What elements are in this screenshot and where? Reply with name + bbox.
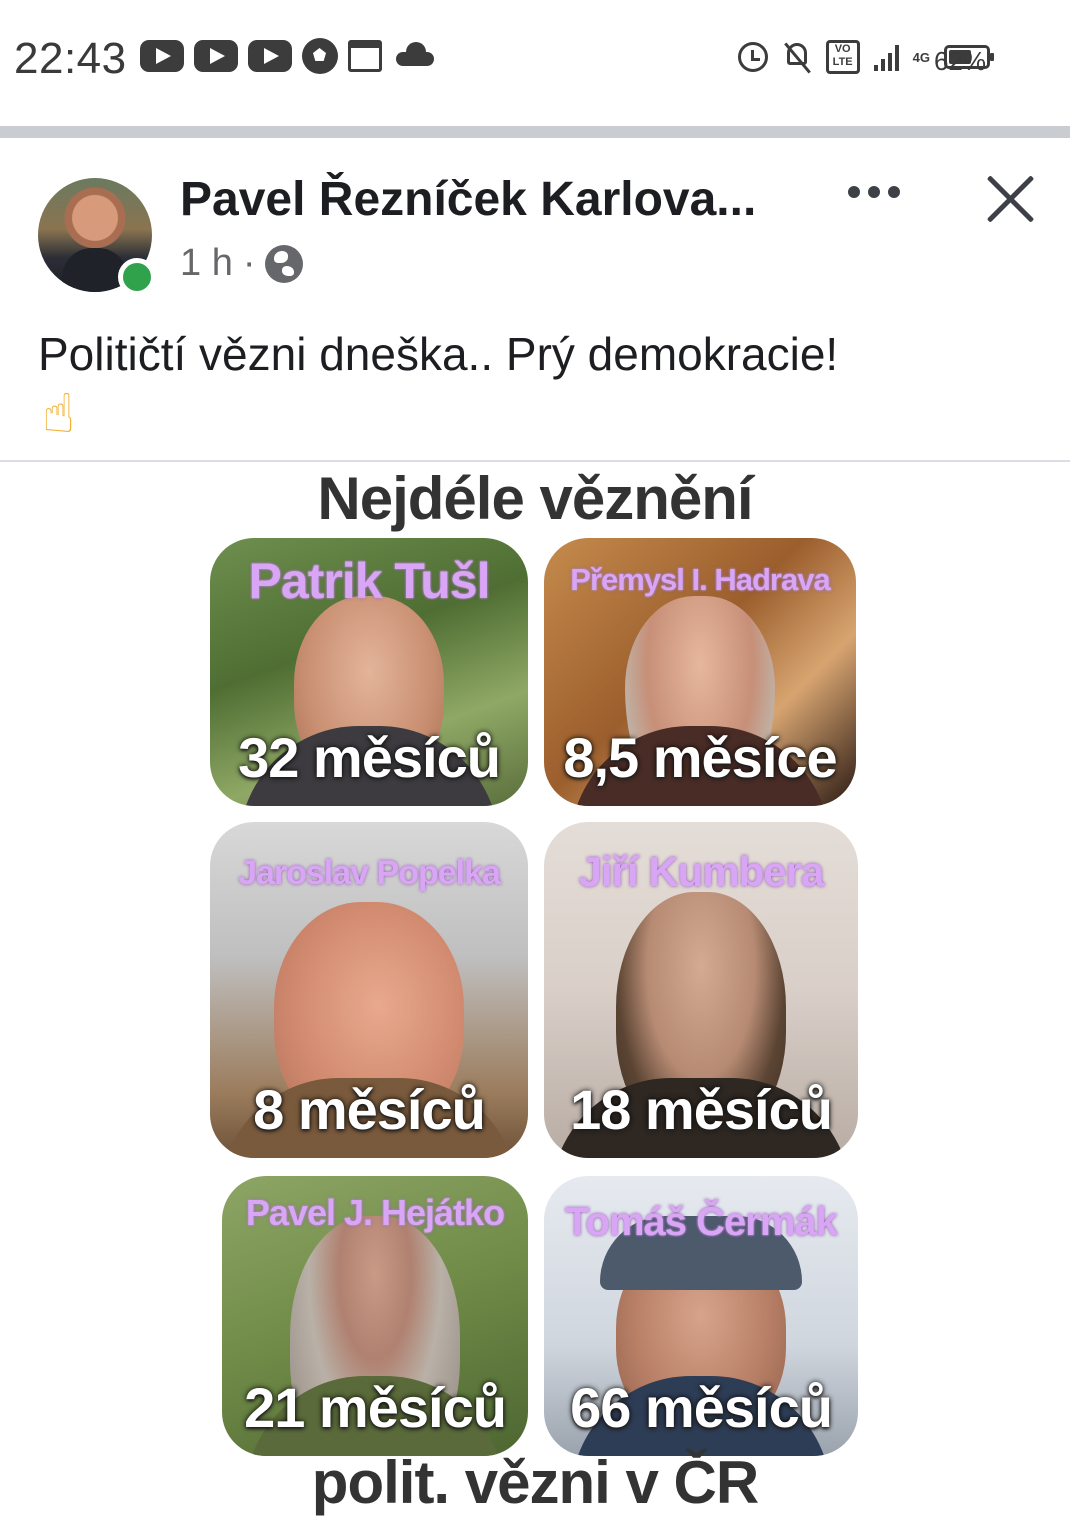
prisoner-name: Patrik Tušl	[248, 553, 491, 609]
signal-icon	[873, 43, 899, 71]
section-divider	[0, 126, 1070, 138]
prison-duration: 32 měsíců	[238, 726, 501, 789]
status-bar: 22:43 VO LTE 4G 62%	[0, 0, 1070, 126]
prison-duration: 8,5 měsíce	[563, 726, 837, 789]
author-name[interactable]: Pavel Řezníček Karlova...	[180, 172, 790, 227]
graphic-title: Nejdéle věznění	[317, 465, 753, 532]
4g-icon: 4G	[912, 49, 930, 65]
prisoner-tile[interactable]: Pavel J. Hejátko 21 měsíců	[222, 1176, 528, 1456]
soccer-ball-icon	[302, 38, 338, 74]
prisoner-name: Pavel J. Hejátko	[245, 1192, 505, 1233]
dot-icon	[848, 186, 860, 198]
prisoner-tile[interactable]: Patrik Tušl 32 měsíců	[210, 538, 528, 806]
close-button[interactable]	[982, 170, 1038, 226]
prisoner-name: Jaroslav Popelka	[238, 854, 501, 892]
youtube-icon	[140, 40, 184, 72]
prisoner-name: Jiří Kumbera	[578, 848, 825, 895]
prison-duration: 21 měsíců	[244, 1376, 507, 1439]
clock: 22:43	[14, 34, 127, 83]
prisoner-tile[interactable]: Jiří Kumbera 18 měsíců	[544, 822, 858, 1158]
alarm-icon	[737, 42, 768, 72]
muted-bell-icon	[782, 41, 812, 73]
prison-duration: 8 měsíců	[253, 1078, 486, 1141]
prisoner-tile[interactable]: Tomáš Čermák 66 měsíců	[544, 1176, 858, 1456]
post-meta: 1 h ·	[180, 242, 304, 285]
calendar-icon	[348, 40, 382, 72]
prison-duration: 66 měsíců	[570, 1376, 833, 1439]
globe-icon[interactable]	[265, 244, 304, 283]
cloud-icon	[392, 42, 436, 70]
battery-percent: 62%	[933, 46, 986, 76]
online-status-dot	[118, 258, 156, 296]
prisoner-tile[interactable]: Jaroslav Popelka 8 měsíců	[210, 822, 528, 1158]
dot-icon	[888, 186, 900, 198]
prison-duration: 18 měsíců	[570, 1078, 833, 1141]
more-options-button[interactable]	[848, 186, 900, 198]
youtube-icon	[248, 40, 292, 72]
graphic-footer: polit. vězni v ČR	[311, 1449, 759, 1516]
meta-separator: ·	[242, 242, 256, 284]
prisoner-name: Přemysl I. Hadrava	[570, 562, 830, 597]
volte-icon: VO LTE	[825, 40, 860, 74]
prisoner-tile[interactable]: Přemysl I. Hadrava 8,5 měsíce	[544, 538, 856, 806]
youtube-icon	[194, 40, 238, 72]
post-text: Političtí vězni dneška.. Prý demokracie!	[38, 328, 839, 380]
post-time[interactable]: 1 h	[180, 242, 233, 285]
notification-icons	[140, 38, 436, 74]
prisoner-name: Tomáš Čermák	[565, 1200, 838, 1244]
dot-icon	[868, 186, 880, 198]
media-divider	[0, 460, 1070, 462]
pointing-up-emoji: ☝	[42, 382, 75, 445]
